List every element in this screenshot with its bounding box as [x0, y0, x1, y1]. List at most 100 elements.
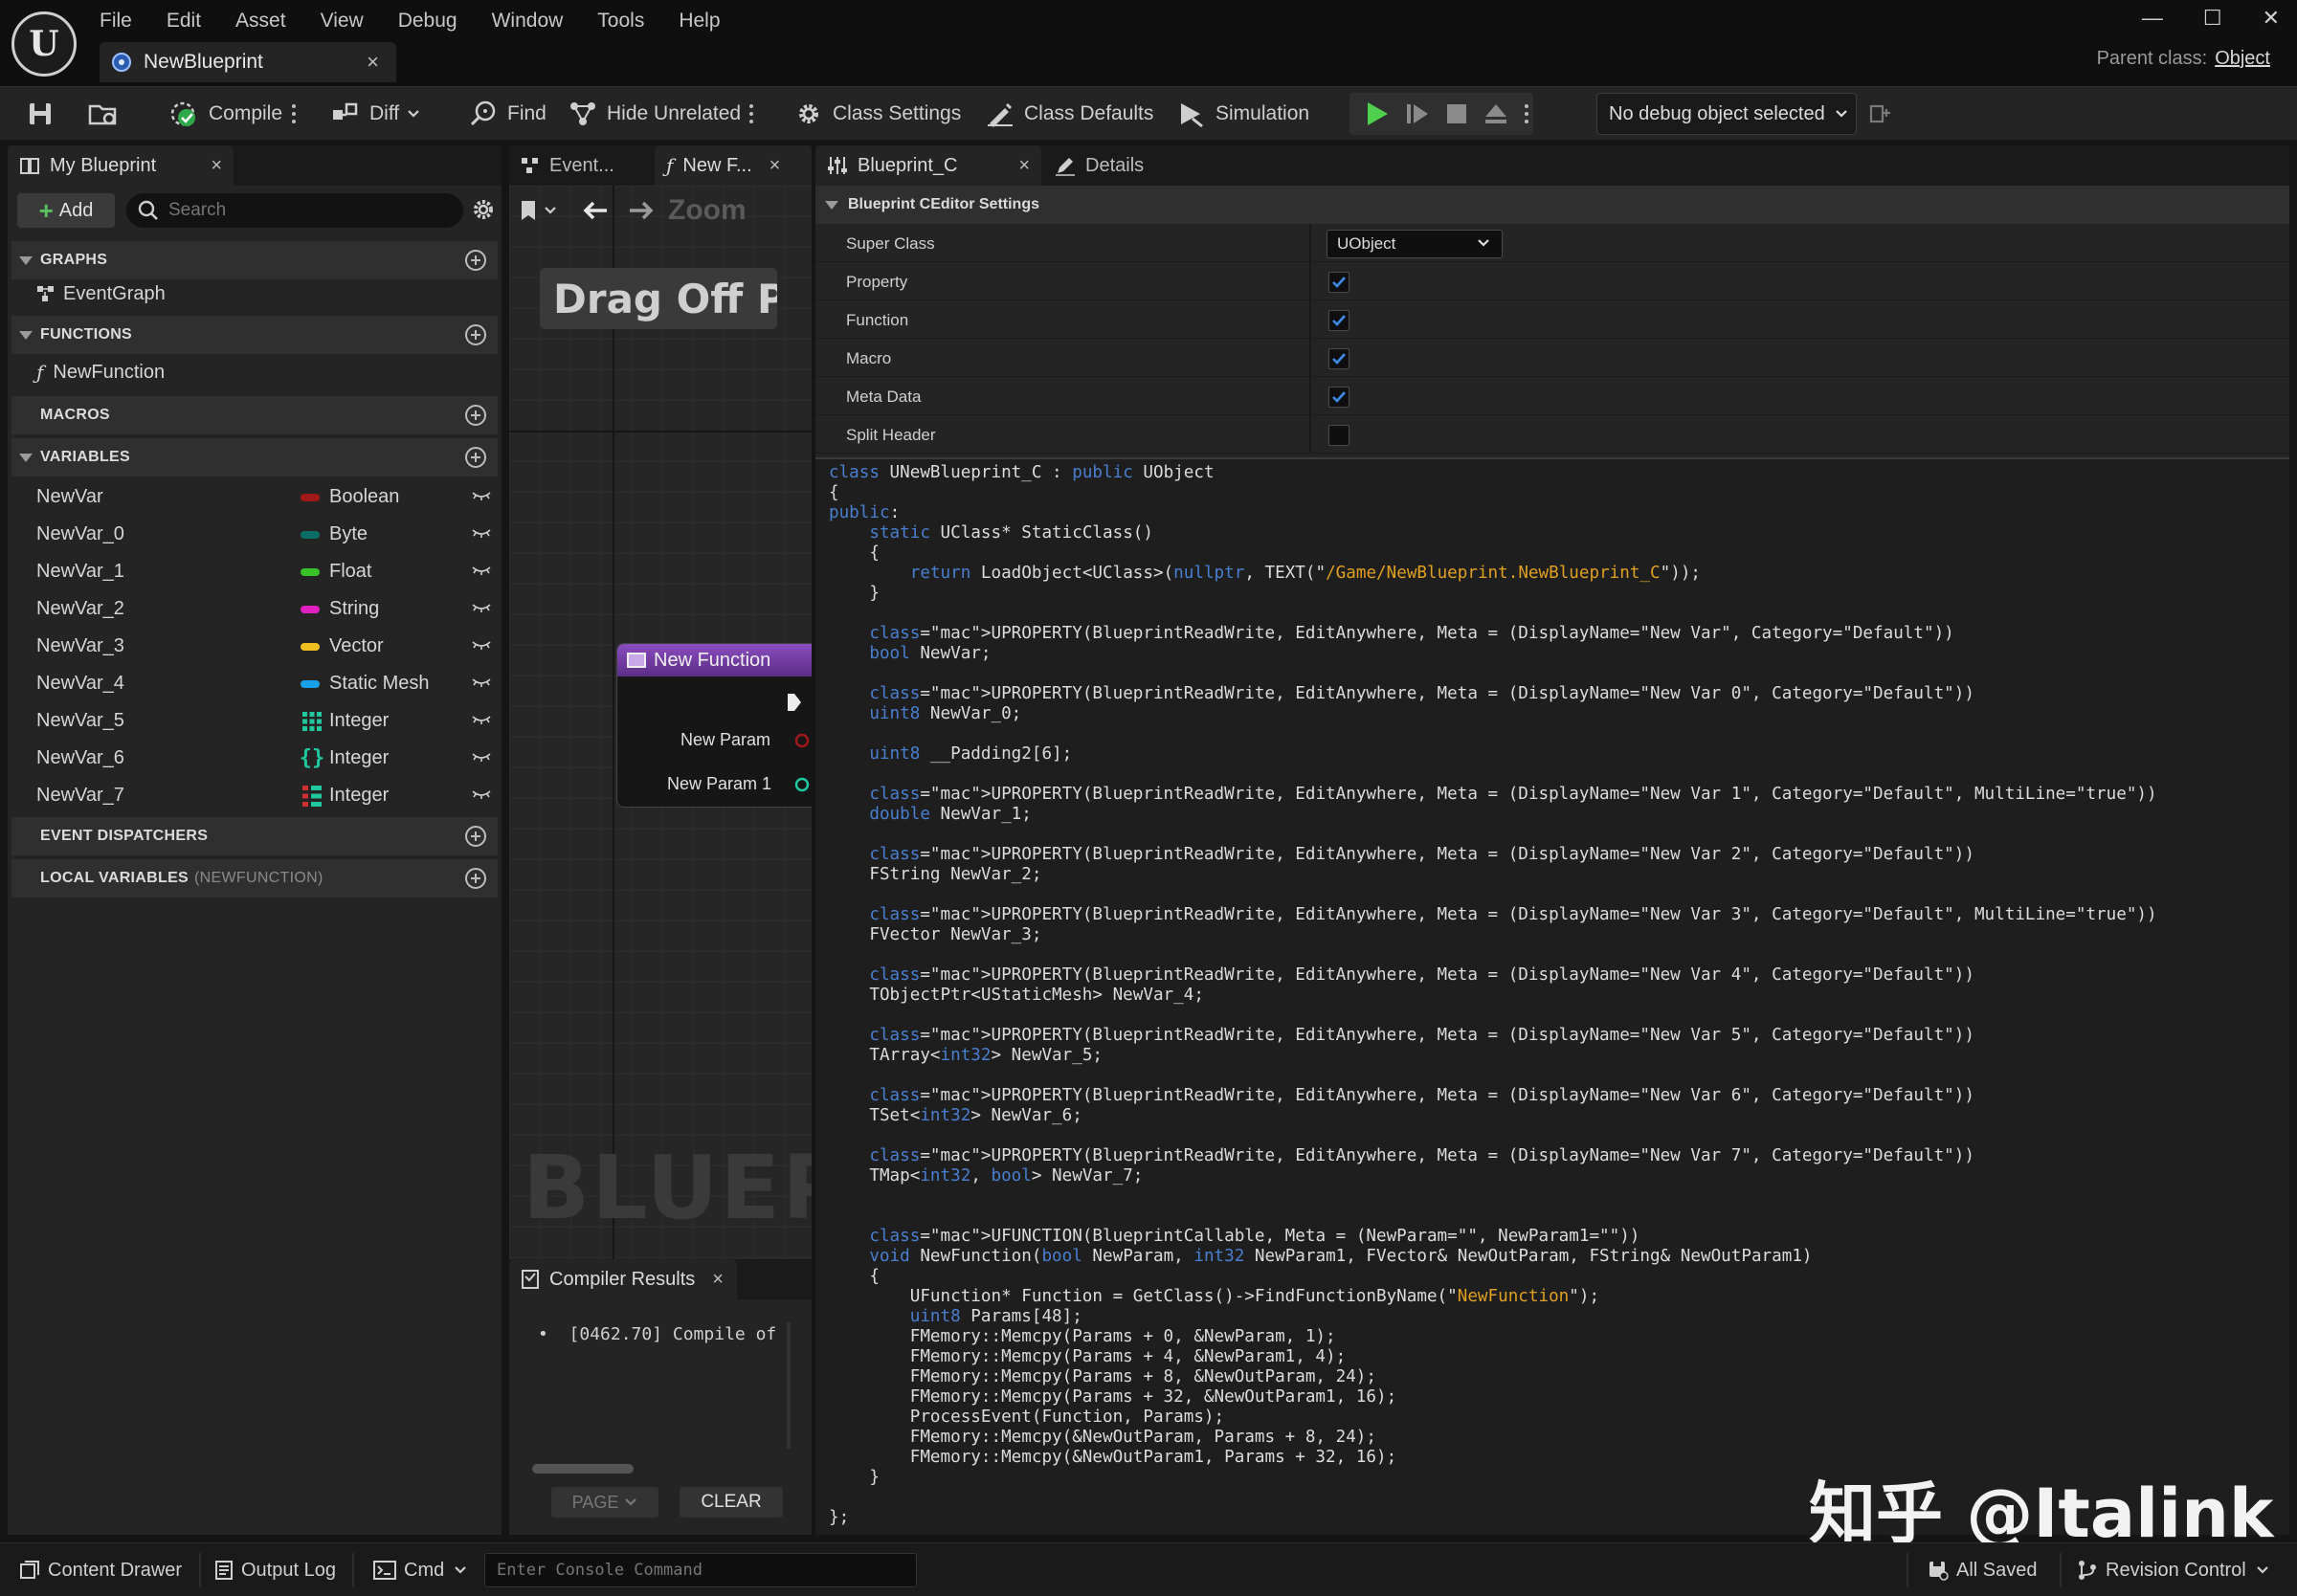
int-pin-icon[interactable]	[793, 776, 811, 793]
hide-unrelated-options-button[interactable]	[748, 87, 754, 141]
compile-options-button[interactable]	[291, 87, 297, 141]
parent-class-link[interactable]: Object	[2215, 48, 2270, 69]
close-icon[interactable]: ×	[211, 155, 222, 177]
section-macros[interactable]: MACROS	[11, 396, 498, 434]
bool-pin-icon[interactable]	[793, 732, 811, 749]
unreal-logo-icon[interactable]: U	[11, 11, 77, 77]
search-input[interactable]	[168, 200, 436, 221]
graph-canvas[interactable]: Zoom Drag Off Pir New Function New Param…	[509, 186, 812, 1259]
settings-section-header[interactable]: Blueprint CEditor Settings	[815, 186, 2289, 224]
function-item-newfunction[interactable]: ƒ NewFunction	[36, 356, 165, 388]
section-functions[interactable]: FUNCTIONS	[11, 316, 498, 354]
section-event-dispatchers[interactable]: EVENT DISPATCHERS	[11, 817, 498, 855]
menu-help[interactable]: Help	[679, 10, 720, 33]
eye-closed-icon[interactable]	[471, 565, 492, 576]
output-log-button[interactable]: Output Log	[214, 1543, 336, 1596]
maximize-icon[interactable]: ☐	[2203, 6, 2222, 31]
close-window-icon[interactable]: ✕	[2263, 6, 2280, 31]
super-class-select[interactable]: UObject	[1327, 230, 1503, 258]
horizontal-scrollbar[interactable]	[532, 1464, 634, 1474]
menu-asset[interactable]: Asset	[235, 10, 286, 33]
generated-code-view[interactable]: class UNewBlueprint_C : public UObject {…	[815, 457, 2289, 1535]
clear-button[interactable]: CLEAR	[680, 1487, 783, 1518]
play-icon[interactable]	[1365, 100, 1390, 127]
section-graphs[interactable]: GRAPHS	[11, 241, 498, 279]
function-entry-node[interactable]: New Function New Param New Param 1	[616, 643, 812, 808]
tab-details[interactable]: Details	[1043, 145, 1168, 186]
menu-file[interactable]: File	[100, 10, 132, 33]
tab-my-blueprint[interactable]: My Blueprint ×	[8, 145, 234, 186]
eye-closed-icon[interactable]	[471, 676, 492, 688]
eye-closed-icon[interactable]	[471, 788, 492, 800]
close-icon[interactable]: ×	[1018, 155, 1030, 177]
menu-view[interactable]: View	[321, 10, 364, 33]
add-macro-icon[interactable]	[465, 405, 486, 426]
add-event-dispatcher-icon[interactable]	[465, 826, 486, 847]
page-button[interactable]: PAGE	[551, 1487, 658, 1518]
variable-row[interactable]: NewVar Boolean	[11, 478, 498, 516]
eye-closed-icon[interactable]	[471, 714, 492, 725]
content-drawer-button[interactable]: Content Drawer	[19, 1543, 182, 1596]
add-variable-icon[interactable]	[465, 447, 486, 468]
settings-gear-icon[interactable]	[471, 197, 496, 222]
property-checkbox[interactable]	[1328, 348, 1349, 369]
eye-closed-icon[interactable]	[471, 639, 492, 651]
all-saved-button[interactable]: All Saved	[1928, 1543, 2038, 1596]
add-function-icon[interactable]	[465, 324, 486, 345]
section-variables[interactable]: VARIABLES	[11, 438, 498, 477]
compile-button[interactable]: Compile	[167, 87, 282, 141]
eye-closed-icon[interactable]	[471, 490, 492, 501]
bookmark-icon[interactable]	[519, 199, 538, 222]
variable-row[interactable]: NewVar_7 Integer	[11, 777, 498, 814]
browse-button[interactable]	[88, 87, 119, 141]
hide-unrelated-button[interactable]: Hide Unrelated	[569, 87, 741, 141]
menu-tools[interactable]: Tools	[597, 10, 644, 33]
variable-row[interactable]: NewVar_1 Float	[11, 553, 498, 590]
eye-closed-icon[interactable]	[471, 751, 492, 763]
class-defaults-button[interactable]: Class Defaults	[986, 87, 1153, 141]
chevron-down-icon[interactable]	[544, 206, 557, 215]
class-settings-button[interactable]: Class Settings	[794, 87, 961, 141]
section-local-variables[interactable]: LOCAL VARIABLES (NEWFUNCTION)	[11, 859, 498, 898]
property-checkbox[interactable]	[1328, 387, 1349, 408]
property-checkbox[interactable]	[1328, 425, 1349, 446]
cmd-button[interactable]: Cmd	[373, 1543, 467, 1596]
save-button[interactable]	[27, 87, 54, 141]
step-icon[interactable]	[1405, 100, 1430, 127]
eye-closed-icon[interactable]	[471, 527, 492, 539]
eye-closed-icon[interactable]	[471, 602, 492, 613]
tab-new-function[interactable]: ƒ New F... ×	[655, 145, 812, 186]
vertical-scrollbar[interactable]	[787, 1322, 791, 1449]
add-graph-icon[interactable]	[465, 250, 486, 271]
back-arrow-icon[interactable]	[582, 200, 609, 221]
minimize-icon[interactable]: —	[2142, 6, 2163, 31]
diff-button[interactable]: Diff	[331, 87, 420, 141]
tab-event-graph[interactable]: Event...	[509, 145, 651, 186]
console-command-field[interactable]	[484, 1553, 917, 1587]
variable-row[interactable]: NewVar_5 Integer	[11, 702, 498, 740]
search-box[interactable]	[126, 193, 463, 228]
menu-debug[interactable]: Debug	[398, 10, 457, 33]
simulation-button[interactable]: Simulation	[1177, 87, 1309, 141]
variable-row[interactable]: NewVar_4 Static Mesh	[11, 665, 498, 702]
console-input[interactable]	[485, 1554, 906, 1586]
tab-blueprint-c[interactable]: Blueprint_C ×	[815, 145, 1041, 186]
variable-row[interactable]: NewVar_6 {} Integer	[11, 740, 498, 777]
graph-item-eventgraph[interactable]: EventGraph	[36, 277, 166, 310]
forward-arrow-icon[interactable]	[628, 200, 655, 221]
add-local-variable-icon[interactable]	[465, 868, 486, 889]
variable-row[interactable]: NewVar_3 Vector	[11, 628, 498, 665]
tab-compiler-results[interactable]: Compiler Results ×	[509, 1259, 737, 1299]
menu-edit[interactable]: Edit	[167, 10, 201, 33]
close-icon[interactable]: ×	[769, 155, 781, 177]
more-options-icon[interactable]	[1524, 104, 1529, 123]
close-icon[interactable]: ×	[712, 1269, 724, 1291]
property-checkbox[interactable]	[1328, 310, 1349, 331]
close-icon[interactable]: ×	[367, 50, 379, 75]
property-checkbox[interactable]	[1328, 272, 1349, 293]
eject-icon[interactable]	[1483, 101, 1508, 126]
debug-filter-button[interactable]	[1868, 87, 1893, 141]
menu-window[interactable]: Window	[492, 10, 564, 33]
document-tab[interactable]: NewBlueprint ×	[100, 42, 396, 82]
exec-pin-icon[interactable]	[786, 692, 803, 713]
